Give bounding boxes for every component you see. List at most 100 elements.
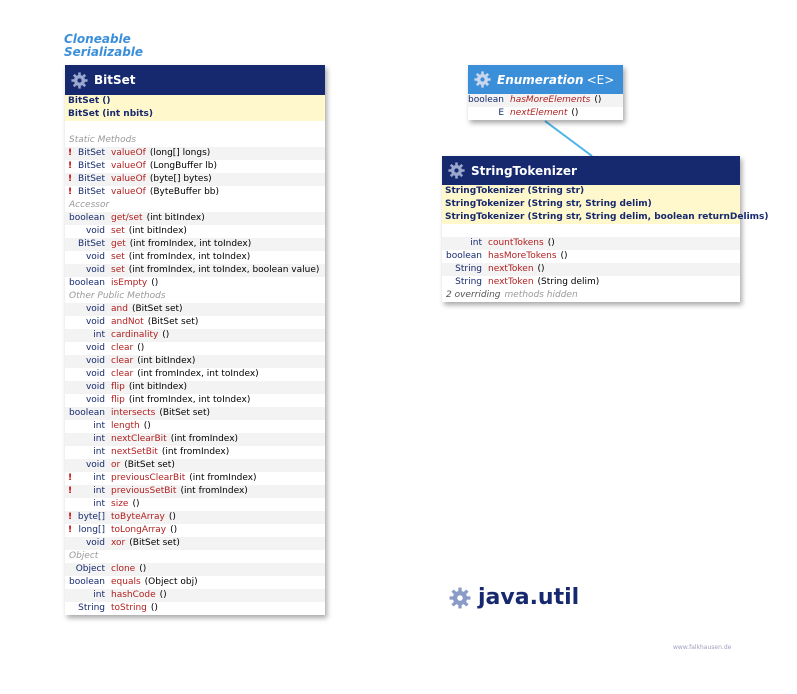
method-name: toString xyxy=(111,603,147,613)
method-row: EnextElement() xyxy=(468,107,623,120)
method-row: String nextToken() xyxy=(442,263,740,276)
method-params: () xyxy=(594,95,602,105)
method-params: (Object obj) xyxy=(144,577,198,587)
overriding-count: 2 overriding xyxy=(446,290,501,300)
method-row: Object clone() xyxy=(65,563,325,576)
method-name: hasMoreElements xyxy=(510,95,591,105)
method-params: (byte[] bytes) xyxy=(149,174,212,184)
enumeration-title: Enumeration xyxy=(497,72,584,87)
method-name: equals xyxy=(111,577,141,587)
method-params: (BitSet set) xyxy=(147,317,199,327)
return-type: void xyxy=(85,304,105,314)
return-type: int xyxy=(93,590,105,600)
method-name: nextElement xyxy=(510,108,568,118)
method-name: valueOf xyxy=(111,187,146,197)
return-type: int xyxy=(93,330,105,340)
method-row: ! int previousSetBit (int fromIndex) xyxy=(65,485,325,498)
method-name: nextToken xyxy=(488,277,534,287)
method-params: (int fromIndex) xyxy=(170,434,239,444)
constructor-row: StringTokenizer (String str, String deli… xyxy=(442,198,740,211)
method-row: ! BitSet valueOf (byte[] bytes) xyxy=(65,173,325,186)
method-row: void andNot (BitSet set) xyxy=(65,316,325,329)
method-row: boolean get/set (int bitIndex) xyxy=(65,212,325,225)
section-header: Static Methods xyxy=(65,134,325,147)
new-method-marker: ! xyxy=(68,161,73,171)
constructor-signature: StringTokenizer (String str, String deli… xyxy=(445,212,769,222)
return-type: boolean xyxy=(69,577,105,587)
method-params: (LongBuffer lb) xyxy=(149,161,218,171)
method-params: (int bitIndex) xyxy=(128,382,188,392)
section-label: Static Methods xyxy=(69,135,137,145)
method-params: (int fromIndex, int toIndex) xyxy=(128,395,251,405)
method-name: previousSetBit xyxy=(111,486,177,496)
section-label: Accessor xyxy=(69,200,110,210)
method-params: () xyxy=(159,590,167,600)
stringtokenizer-class-box: StringTokenizer StringTokenizer (String … xyxy=(442,156,769,302)
return-type: int xyxy=(93,434,105,444)
return-type: boolean xyxy=(69,408,105,418)
method-name: length xyxy=(111,421,140,431)
method-name: get xyxy=(111,239,126,249)
method-params: (BitSet set) xyxy=(124,460,175,470)
new-method-marker: ! xyxy=(68,187,73,197)
section-header: Accessor xyxy=(65,199,325,212)
method-name: nextSetBit xyxy=(111,447,158,457)
constructor-row: BitSet (int nbits) xyxy=(65,108,325,121)
method-name: and xyxy=(111,304,128,314)
method-row: void clear (int bitIndex) xyxy=(65,355,325,368)
return-type: int xyxy=(93,421,105,431)
method-params: () xyxy=(137,343,145,353)
new-method-marker: ! xyxy=(68,148,73,158)
method-row: boolean equals (Object obj) xyxy=(65,576,325,589)
method-row: ! byte[] toByteArray() xyxy=(65,511,325,524)
method-name: size xyxy=(111,499,129,509)
constructor-signature: BitSet () xyxy=(68,96,111,106)
method-row: int size() xyxy=(65,498,325,511)
method-params: (BitSet set) xyxy=(131,304,183,314)
return-type: void xyxy=(85,343,105,353)
method-params: (int bitIndex) xyxy=(137,356,196,366)
overriding-note: 2 overriding methods hidden xyxy=(442,289,740,302)
method-row: boolean hasMoreTokens() xyxy=(442,250,740,263)
section-header: Object xyxy=(65,550,325,563)
method-row: int countTokens() xyxy=(442,237,740,250)
return-type: void xyxy=(85,382,105,392)
method-row: boolean intersects (BitSet set) xyxy=(65,407,325,420)
method-params: () xyxy=(139,564,147,574)
method-row: int hashCode() xyxy=(65,589,325,602)
return-type: BitSet xyxy=(78,239,105,249)
stringtokenizer-members: StringTokenizer (String str) StringTokeni… xyxy=(442,185,769,302)
method-params: () xyxy=(151,278,159,288)
method-params: (int fromIndex) xyxy=(189,473,257,483)
method-params: (int bitIndex) xyxy=(146,213,205,223)
gear-icon xyxy=(474,71,491,88)
gear-icon xyxy=(448,162,465,179)
method-name: isEmpty xyxy=(111,278,148,288)
return-type: E xyxy=(498,108,504,118)
section-label: Other Public Methods xyxy=(69,291,166,301)
method-row: void clear (int fromIndex, int toIndex) xyxy=(65,368,325,381)
method-params: (int bitIndex) xyxy=(128,226,187,236)
method-row: int nextClearBit (int fromIndex) xyxy=(65,433,325,446)
method-params: () xyxy=(547,238,555,248)
method-row: boolean hasMoreElements() xyxy=(468,94,623,107)
gear-icon xyxy=(71,71,88,89)
gear-icon xyxy=(449,587,471,608)
method-row: void set (int bitIndex) xyxy=(65,225,325,238)
method-params: (String delim) xyxy=(537,277,600,287)
method-row: ! long[] toLongArray() xyxy=(65,524,325,537)
return-type: int xyxy=(470,238,482,248)
enumeration-header: Enumeration <E> xyxy=(468,65,623,94)
enumeration-interface-box: Enumeration <E> boolean hasMoreElements()… xyxy=(468,65,623,120)
method-row: ! int previousClearBit (int fromIndex) xyxy=(65,472,325,485)
return-type: boolean xyxy=(69,278,105,288)
method-row: int length() xyxy=(65,420,325,433)
method-name: flip xyxy=(111,382,125,392)
stringtokenizer-title: StringTokenizer xyxy=(471,163,577,178)
method-row: void xor (BitSet set) xyxy=(65,537,325,550)
return-type: void xyxy=(85,265,105,275)
package-title: java.util xyxy=(478,585,580,610)
return-type: boolean xyxy=(69,213,105,223)
